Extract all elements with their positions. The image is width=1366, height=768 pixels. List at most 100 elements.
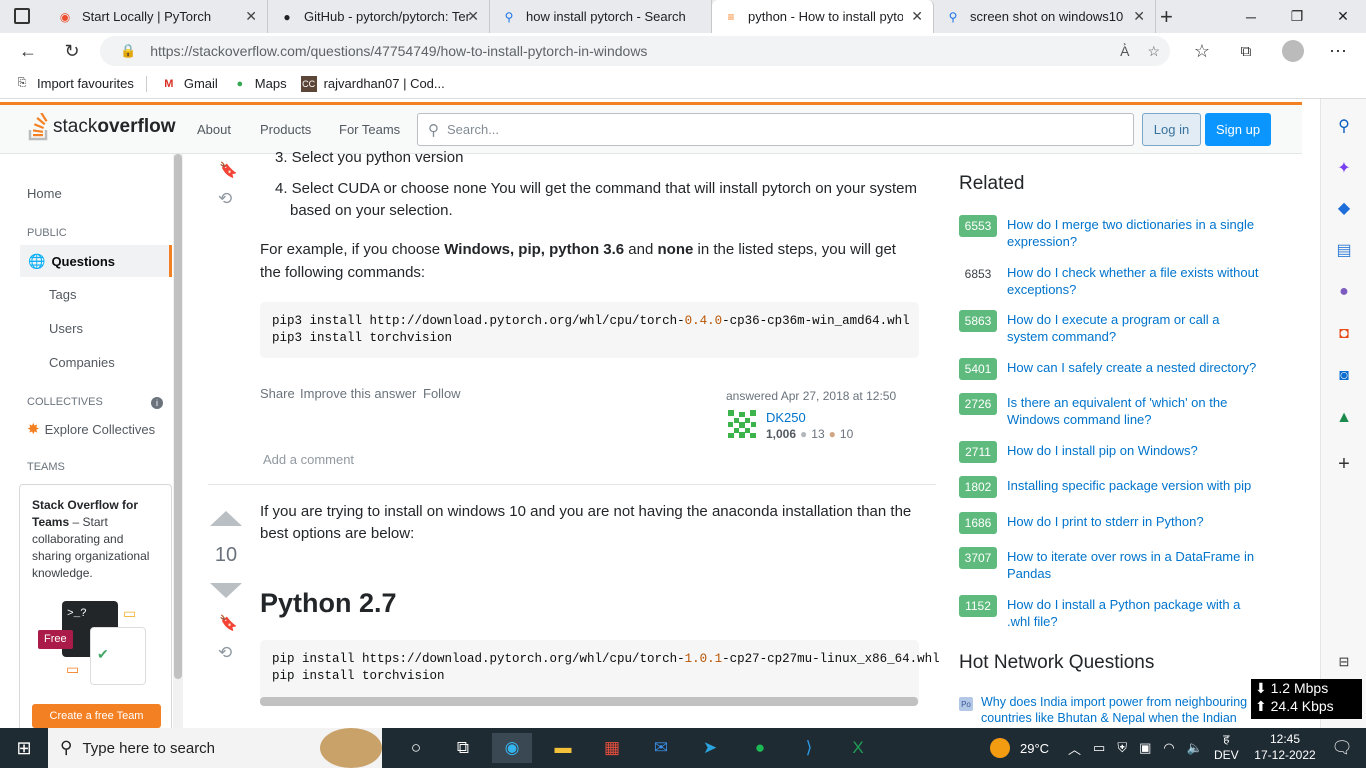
collections-icon[interactable]: ⧉ <box>1231 37 1261 65</box>
spotify-icon[interactable]: ● <box>740 733 780 763</box>
back-button[interactable]: ← <box>13 37 43 65</box>
minimize-button[interactable]: ─ <box>1228 0 1274 33</box>
code-horizontal-scrollbar[interactable] <box>260 697 918 706</box>
tab-stackoverflow[interactable]: ≡ python - How to install pytorc ✕ <box>712 0 934 33</box>
games-icon[interactable]: ● <box>1333 281 1355 303</box>
upvote-icon[interactable] <box>210 511 242 526</box>
bookmark-icon[interactable]: 🔖 <box>219 614 238 632</box>
scrollbar-thumb[interactable] <box>174 154 182 679</box>
sidebar-item-companies[interactable]: Companies <box>49 355 115 370</box>
related-link[interactable]: How do I install a Python package with a… <box>1007 596 1269 630</box>
nav-about[interactable]: About <box>197 122 231 137</box>
nav-products[interactable]: Products <box>260 122 311 137</box>
sidebar-item-tags[interactable]: Tags <box>49 287 76 302</box>
bookmark-import[interactable]: ⎘ Import favourites <box>14 76 134 92</box>
bookmark-maps[interactable]: ● Maps <box>232 76 286 92</box>
tab-actions-icon[interactable] <box>14 8 30 24</box>
favourites-icon[interactable]: ☆ <box>1187 37 1217 65</box>
edge-icon[interactable]: ◉ <box>492 733 532 763</box>
cortana-icon[interactable]: ○ <box>396 733 436 763</box>
refresh-button[interactable]: ↻ <box>57 37 87 65</box>
battery-icon[interactable]: ▭ <box>1093 740 1105 756</box>
windows-start-icon[interactable]: ⊞ <box>4 733 44 763</box>
address-bar[interactable]: 🔒 https://stackoverflow.com/questions/47… <box>100 36 1170 66</box>
sidebar-scrollbar[interactable] <box>173 154 183 728</box>
telegram-icon[interactable]: ➤ <box>690 733 730 763</box>
history-icon[interactable]: ⟲ <box>218 189 232 209</box>
input-language[interactable]: ह DEV <box>1214 731 1239 763</box>
improve-answer-link[interactable]: Improve this answer <box>300 386 416 401</box>
chevron-up-icon[interactable]: ︿ <box>1068 739 1081 758</box>
shopping-tag-icon[interactable]: ◆ <box>1333 197 1355 219</box>
mail-icon[interactable]: ✉ <box>641 733 681 763</box>
read-aloud-icon[interactable]: A͐ <box>1120 43 1129 60</box>
sidebar-collapse-icon[interactable]: ⊟ <box>1333 651 1355 673</box>
bookmark-codechef[interactable]: CC rajvardhan07 | Cod... <box>300 75 445 92</box>
tab-pytorch[interactable]: ◉ Start Locally | PyTorch ✕ <box>46 0 268 33</box>
tools-icon[interactable]: ▤ <box>1333 239 1355 261</box>
excel-icon[interactable]: X <box>838 733 878 763</box>
related-link[interactable]: How do I merge two dictionaries in a sin… <box>1007 216 1269 250</box>
more-menu-icon[interactable]: ⋯ <box>1323 37 1353 65</box>
drop-icon[interactable]: ▲ <box>1333 407 1355 429</box>
file-explorer-icon[interactable]: ▬ <box>543 733 583 763</box>
wifi-icon[interactable]: ◠ <box>1163 740 1174 756</box>
taskbar-search-input[interactable]: ⚲ Type here to search <box>48 728 382 768</box>
new-tab-button[interactable]: + <box>1160 4 1173 30</box>
info-icon[interactable]: i <box>151 397 163 409</box>
office-icon[interactable]: ◘ <box>1333 323 1355 345</box>
related-link[interactable]: How do I install pip on Windows? <box>1007 442 1269 459</box>
create-team-button[interactable]: Create a free Team <box>32 704 161 728</box>
tab-github[interactable]: ● GitHub - pytorch/pytorch: Ter ✕ <box>268 0 490 33</box>
task-view-icon[interactable]: ⧉ <box>443 733 483 763</box>
close-icon[interactable]: ✕ <box>911 8 923 25</box>
sidebar-item-users[interactable]: Users <box>49 321 83 336</box>
related-link[interactable]: How do I check whether a file exists wit… <box>1007 264 1269 298</box>
sidebar-item-questions[interactable]: 🌐 Questions <box>20 245 172 277</box>
user-name-link[interactable]: DK250 <box>766 410 806 425</box>
related-link[interactable]: How do I print to stderr in Python? <box>1007 513 1269 530</box>
profile-avatar[interactable] <box>1282 40 1304 62</box>
clock[interactable]: 12:45 17-12-2022 <box>1252 731 1318 763</box>
related-link[interactable]: How can I safely create a nested directo… <box>1007 359 1269 376</box>
add-icon[interactable]: + <box>1333 453 1355 475</box>
so-search-input[interactable]: ⚲ Search... <box>417 113 1134 146</box>
security-icon[interactable]: ⛨ <box>1117 740 1127 756</box>
close-icon[interactable]: ✕ <box>467 8 479 25</box>
weather-widget[interactable]: 29°C <box>990 728 1049 768</box>
hot-question-link[interactable]: Why does India import power from neighbo… <box>981 694 1251 726</box>
bookmark-gmail[interactable]: M Gmail <box>161 76 218 92</box>
sidebar-item-explore-collectives[interactable]: ✸ Explore Collectives <box>27 420 155 438</box>
so-logo[interactable]: stack overflow <box>27 113 175 141</box>
restore-button[interactable]: ❐ <box>1274 0 1320 33</box>
add-favourite-icon[interactable]: ☆ <box>1147 43 1160 60</box>
network-icon[interactable]: ▣ <box>1139 740 1151 756</box>
volume-icon[interactable]: 🔈 <box>1187 740 1203 756</box>
downvote-icon[interactable] <box>210 583 242 598</box>
close-icon[interactable]: ✕ <box>1133 8 1145 25</box>
window-close-button[interactable]: ✕ <box>1320 0 1366 33</box>
tab-screenshot-search[interactable]: ⚲ screen shot on windows10 ke ✕ <box>934 0 1156 33</box>
follow-link[interactable]: Follow <box>423 386 461 401</box>
nav-for-teams[interactable]: For Teams <box>339 122 400 137</box>
avatar[interactable] <box>726 408 758 440</box>
login-button[interactable]: Log in <box>1142 113 1201 146</box>
vscode-icon[interactable]: ⟩ <box>789 733 829 763</box>
related-link[interactable]: Is there an equivalent of 'which' on the… <box>1007 394 1269 428</box>
bookmark-icon[interactable]: 🔖 <box>219 161 238 179</box>
add-comment-link[interactable]: Add a comment <box>263 452 354 467</box>
sidebar-item-home[interactable]: Home <box>27 186 62 201</box>
close-icon[interactable]: ✕ <box>245 8 257 25</box>
outlook-icon[interactable]: ◙ <box>1333 365 1355 387</box>
related-link[interactable]: How do I execute a program or call a syst… <box>1007 311 1269 345</box>
history-icon[interactable]: ⟲ <box>218 643 232 663</box>
related-link[interactable]: Installing specific package version with… <box>1007 477 1269 494</box>
signup-button[interactable]: Sign up <box>1205 113 1271 146</box>
store-icon[interactable]: ▦ <box>592 733 632 763</box>
discover-icon[interactable]: ✦ <box>1333 157 1355 179</box>
notification-icon[interactable]: 🗨 <box>1322 733 1362 763</box>
share-link[interactable]: Share <box>260 386 295 401</box>
tab-bing-search[interactable]: ⚲ how install pytorch - Search <box>490 0 712 33</box>
search-icon[interactable]: ⚲ <box>1333 115 1355 137</box>
related-link[interactable]: How to iterate over rows in a DataFrame … <box>1007 548 1269 582</box>
